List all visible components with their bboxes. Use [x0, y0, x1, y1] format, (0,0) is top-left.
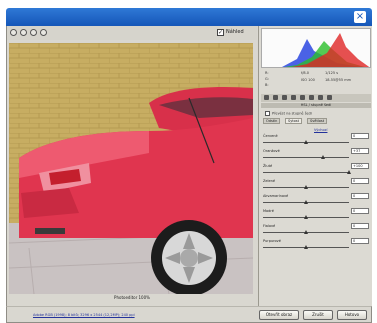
rotate-right-icon[interactable] — [40, 29, 47, 36]
slider-row: Červené 0 — [263, 133, 369, 148]
convert-grayscale-row[interactable]: Převést na stupně šedi — [265, 111, 312, 116]
hand-icon[interactable] — [20, 29, 27, 36]
toolbar: ✓ Náhled — [7, 26, 257, 40]
car-photo — [9, 43, 253, 294]
slider-value-field[interactable]: +37 — [351, 148, 369, 154]
histogram — [261, 28, 371, 68]
basic-tab-icon[interactable] — [264, 95, 269, 100]
slider-value-field[interactable]: 0 — [351, 208, 369, 214]
slider-value-field[interactable]: +100 — [351, 163, 369, 169]
right-panel: R: G: B: f/8.0 1/125 s ISO 100 18-55@55 … — [258, 26, 372, 306]
image-preview[interactable] — [9, 43, 253, 294]
camera-raw-dialog: ✓ Náhled Photoeditor 100% R: G: B: f/8.0… — [6, 26, 372, 306]
slider-row: Akvamarínové 0 — [263, 193, 369, 208]
tab-saturation[interactable]: Sytost — [285, 118, 303, 124]
slider-label: Fialové — [263, 224, 276, 228]
slider-label: Červené — [263, 134, 278, 138]
slider-label: Modré — [263, 209, 274, 213]
workflow-options-link[interactable]: Adobe RGB (1998); 8 bitů; 3296 x 2544 (1… — [33, 313, 135, 317]
slider-track[interactable] — [263, 172, 349, 173]
detail-tab-icon[interactable] — [282, 95, 287, 100]
slider-thumb[interactable] — [304, 245, 308, 249]
split-toning-tab-icon[interactable] — [300, 95, 305, 100]
readout-lens: 18-55@55 mm — [325, 78, 352, 82]
slider-track[interactable] — [263, 157, 349, 158]
close-icon[interactable]: × — [354, 11, 366, 23]
hsl-tabs: Odstín Sytost Světlost — [263, 118, 369, 124]
slider-thumb[interactable] — [321, 155, 326, 159]
readout-r: R: — [265, 71, 269, 75]
slider-thumb[interactable] — [304, 215, 308, 219]
slider-thumb[interactable] — [304, 200, 308, 204]
camera-calibration-tab-icon[interactable] — [318, 95, 323, 100]
readout-g: G: — [265, 77, 269, 81]
done-button[interactable]: Hotovo — [337, 310, 367, 320]
readout-aperture: f/8.0 — [301, 71, 309, 75]
slider-value-field[interactable]: 0 — [351, 133, 369, 139]
zoom-icon[interactable] — [10, 29, 17, 36]
readout-iso: ISO 100 — [301, 78, 315, 82]
preview-label: Náhled — [226, 29, 244, 35]
slider-value-field[interactable]: 0 — [351, 193, 369, 199]
camera-readouts: R: G: B: f/8.0 1/125 s ISO 100 18-55@55 … — [261, 69, 371, 93]
slider-row: Modré 0 — [263, 208, 369, 223]
status-bar: Adobe RGB (1998); 8 bitů; 3296 x 2544 (1… — [6, 306, 372, 323]
default-link[interactable]: Výchozí — [314, 128, 327, 132]
slider-row: Oranžové +37 — [263, 148, 369, 163]
slider-label: Akvamarínové — [263, 194, 289, 198]
convert-grayscale-checkbox[interactable] — [265, 111, 270, 116]
slider-row: Zelené 0 — [263, 178, 369, 193]
zoom-level-label: Photoeditor 100% — [114, 295, 150, 300]
preview-checkbox[interactable]: ✓ — [217, 29, 224, 36]
saturation-sliders: Červené 0 Oranžové +37 Žluté +100 Zelené 0 Akvam… — [263, 133, 369, 253]
hsl-tab-icon[interactable] — [291, 95, 296, 100]
slider-value-field[interactable]: 0 — [351, 238, 369, 244]
section-title: HSL / stupně šedi — [261, 103, 371, 108]
slider-thumb[interactable] — [347, 170, 351, 174]
window-titlebar: × — [6, 8, 372, 26]
slider-label: Zelené — [263, 179, 276, 183]
panel-tab-icons — [261, 94, 371, 102]
slider-row: Fialové 0 — [263, 223, 369, 238]
cancel-button[interactable]: Zrušit — [303, 310, 333, 320]
slider-thumb[interactable] — [304, 140, 308, 144]
slider-thumb[interactable] — [304, 185, 308, 189]
readout-b: B: — [265, 83, 269, 87]
rotate-left-icon[interactable] — [30, 29, 37, 36]
slider-row: Purpurové 0 — [263, 238, 369, 253]
presets-tab-icon[interactable] — [327, 95, 332, 100]
slider-label: Purpurové — [263, 239, 281, 243]
slider-label: Oranžové — [263, 149, 280, 153]
slider-value-field[interactable]: 0 — [351, 223, 369, 229]
convert-grayscale-label: Převést na stupně šedi — [272, 111, 312, 116]
tab-hue[interactable]: Odstín — [263, 118, 281, 124]
open-image-button[interactable]: Otevřít obraz — [259, 310, 299, 320]
readout-shutter: 1/125 s — [325, 71, 339, 75]
lens-tab-icon[interactable] — [309, 95, 314, 100]
tab-luminance[interactable]: Světlost — [307, 118, 328, 124]
slider-row: Žluté +100 — [263, 163, 369, 178]
tone-curve-tab-icon[interactable] — [273, 95, 278, 100]
slider-value-field[interactable]: 0 — [351, 178, 369, 184]
slider-label: Žluté — [263, 164, 273, 168]
slider-thumb[interactable] — [304, 230, 308, 234]
